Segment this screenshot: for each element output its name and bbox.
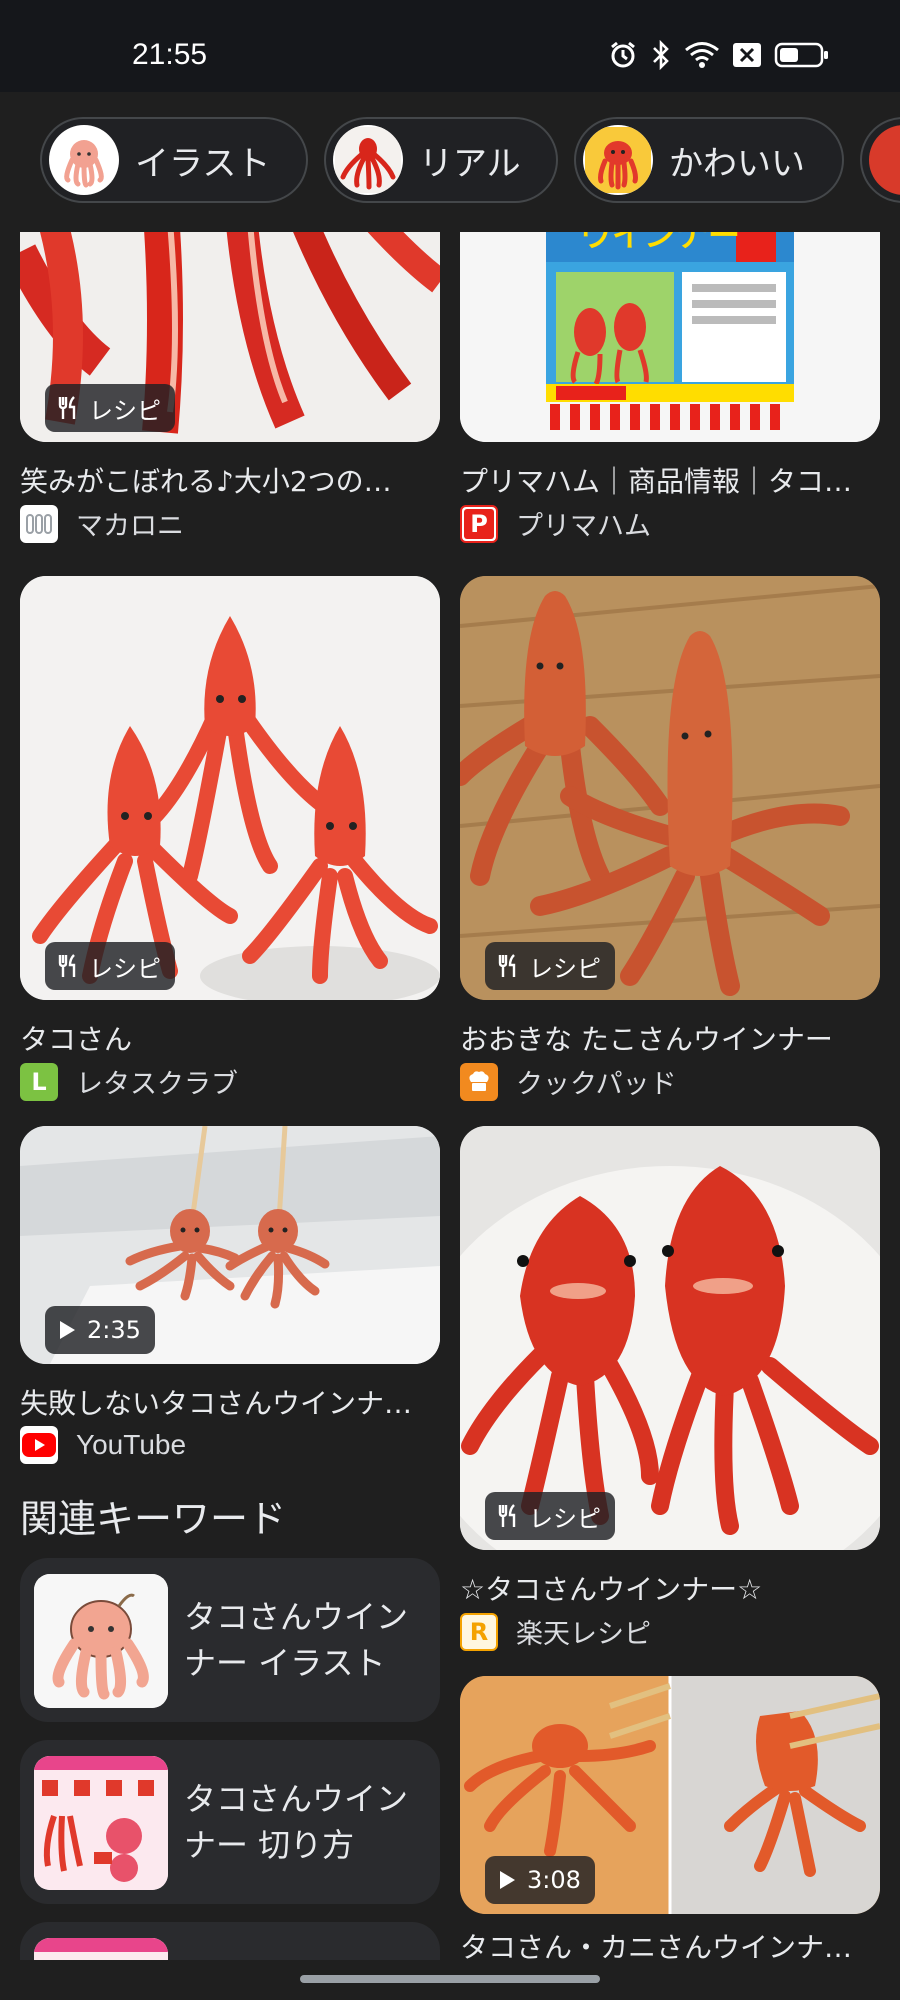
play-icon bbox=[497, 1869, 517, 1891]
duration-label: 2:35 bbox=[87, 1316, 141, 1344]
source-name: マカロニ bbox=[76, 511, 184, 542]
fork-knife-icon bbox=[57, 395, 79, 421]
related-keyword-card[interactable]: タコさんウインナー イラスト bbox=[20, 1558, 440, 1722]
result-card[interactable]: 2:35 失敗しないタコさんウインナ… YouTube bbox=[20, 1126, 440, 1486]
lettuceclub-favicon: L bbox=[20, 1062, 58, 1101]
fork-knife-icon bbox=[497, 1503, 519, 1529]
result-title: 笑みがこぼれる♪大小2つの… bbox=[20, 465, 392, 498]
primaham-favicon: P bbox=[460, 504, 498, 543]
result-title: タコさん・カニさんウインナ… bbox=[460, 1931, 853, 1960]
result-title: タコさん bbox=[20, 1023, 133, 1056]
badge-label: レシピ bbox=[529, 1504, 601, 1533]
rakuten-recipe-favicon: R bbox=[460, 1612, 498, 1651]
status-time: 21:55 bbox=[132, 38, 208, 71]
no-sim-icon bbox=[733, 43, 761, 67]
macaroni-favicon bbox=[20, 504, 58, 543]
result-card[interactable]: レシピ タコさん L レタスクラブ bbox=[20, 576, 440, 1101]
source-name: クックパッド bbox=[516, 1069, 677, 1100]
result-image bbox=[20, 576, 440, 1000]
recipe-badge: レシピ bbox=[485, 942, 615, 990]
octopus-illustration-thumb bbox=[34, 1574, 168, 1708]
bluetooth-icon bbox=[653, 40, 669, 70]
wifi-icon bbox=[685, 42, 719, 68]
chip-illustration[interactable]: イラスト bbox=[40, 117, 308, 203]
video-duration-badge: 2:35 bbox=[45, 1306, 155, 1354]
system-nav-bar bbox=[0, 1960, 900, 2000]
result-title: ☆タコさんウインナー☆ bbox=[460, 1573, 763, 1606]
source-name: YouTube bbox=[76, 1429, 187, 1460]
result-source: クックパッド bbox=[460, 1062, 677, 1101]
package-title-text: ウインナー bbox=[580, 232, 741, 254]
result-card[interactable]: レシピ ☆タコさんウインナー☆ R 楽天レシピ bbox=[460, 1126, 880, 1660]
cookpad-favicon bbox=[460, 1062, 498, 1101]
play-icon bbox=[57, 1319, 77, 1341]
related-keyword-card[interactable]: タコさんウインナー 切り方 bbox=[20, 1740, 440, 1904]
result-card[interactable]: レシピ 笑みがこぼれる♪大小2つの… マカロニ bbox=[20, 232, 440, 543]
source-name: 楽天レシピ bbox=[516, 1619, 651, 1650]
gesture-handle[interactable] bbox=[300, 1975, 600, 1983]
octopus-thumb-partial bbox=[869, 125, 900, 195]
badge-label: レシピ bbox=[89, 396, 161, 425]
cutting-guide-thumb bbox=[34, 1756, 168, 1890]
related-keyword-text: タコさんウインナー イラスト bbox=[184, 1598, 409, 1682]
status-bar: 21:55 bbox=[0, 0, 900, 92]
result-card[interactable]: レシピ おおきな たこさんウインナー クックパッド bbox=[460, 576, 880, 1101]
result-source: R 楽天レシピ bbox=[460, 1612, 651, 1651]
source-name: レタスクラブ bbox=[76, 1069, 238, 1100]
badge-label: レシピ bbox=[529, 954, 601, 983]
octopus-real-thumb bbox=[333, 125, 403, 195]
chip-real[interactable]: リアル bbox=[324, 117, 558, 203]
result-image: ウインナー bbox=[460, 232, 880, 442]
result-source: マカロニ bbox=[20, 504, 184, 543]
result-source: YouTube bbox=[20, 1426, 186, 1464]
result-source: L レタスクラブ bbox=[20, 1062, 238, 1101]
chip-label: リアル bbox=[419, 143, 521, 184]
result-image bbox=[460, 1126, 880, 1550]
badge-label: レシピ bbox=[89, 954, 161, 983]
related-keyword-text: タコさんウインナー 切り方 bbox=[184, 1780, 409, 1864]
fork-knife-icon bbox=[497, 953, 519, 979]
octopus-cute-thumb bbox=[583, 125, 653, 195]
filter-chip-bar: イラスト リアル かわいい bbox=[0, 92, 900, 232]
octopus-illustration-thumb bbox=[49, 125, 119, 195]
related-keyword-card[interactable] bbox=[20, 1922, 440, 1960]
cutting-guide-thumb bbox=[34, 1938, 168, 1960]
chip-more[interactable] bbox=[860, 117, 900, 203]
duration-label: 3:08 bbox=[527, 1866, 581, 1894]
result-card[interactable]: 3:08 タコさん・カニさんウインナ… bbox=[460, 1676, 880, 1960]
status-icons bbox=[608, 40, 830, 70]
source-name: プリマハム bbox=[516, 511, 651, 542]
youtube-favicon bbox=[20, 1426, 58, 1464]
chip-cute[interactable]: かわいい bbox=[574, 117, 844, 203]
alarm-icon bbox=[611, 41, 635, 68]
video-duration-badge: 3:08 bbox=[485, 1856, 595, 1904]
result-title: 失敗しないタコさんウインナ… bbox=[20, 1387, 413, 1420]
related-keywords-heading: 関連キーワード bbox=[20, 1497, 287, 1541]
recipe-badge: レシピ bbox=[45, 942, 175, 990]
recipe-badge: レシピ bbox=[45, 384, 175, 432]
result-image bbox=[460, 576, 880, 1000]
results-content: レシピ 笑みがこぼれる♪大小2つの… マカロニ ウインナー プリマハム｜商品情報… bbox=[0, 232, 900, 1960]
result-title: プリマハム｜商品情報｜タコ… bbox=[460, 465, 853, 498]
chip-label: かわいい bbox=[669, 143, 805, 184]
result-source: P プリマハム bbox=[460, 504, 651, 543]
recipe-badge: レシピ bbox=[485, 1492, 615, 1540]
chip-label: イラスト bbox=[135, 143, 271, 184]
result-card[interactable]: ウインナー プリマハム｜商品情報｜タコ… P プリマハム bbox=[460, 232, 880, 543]
fork-knife-icon bbox=[57, 953, 79, 979]
result-title: おおきな たこさんウインナー bbox=[460, 1023, 833, 1056]
battery-icon bbox=[774, 42, 828, 68]
